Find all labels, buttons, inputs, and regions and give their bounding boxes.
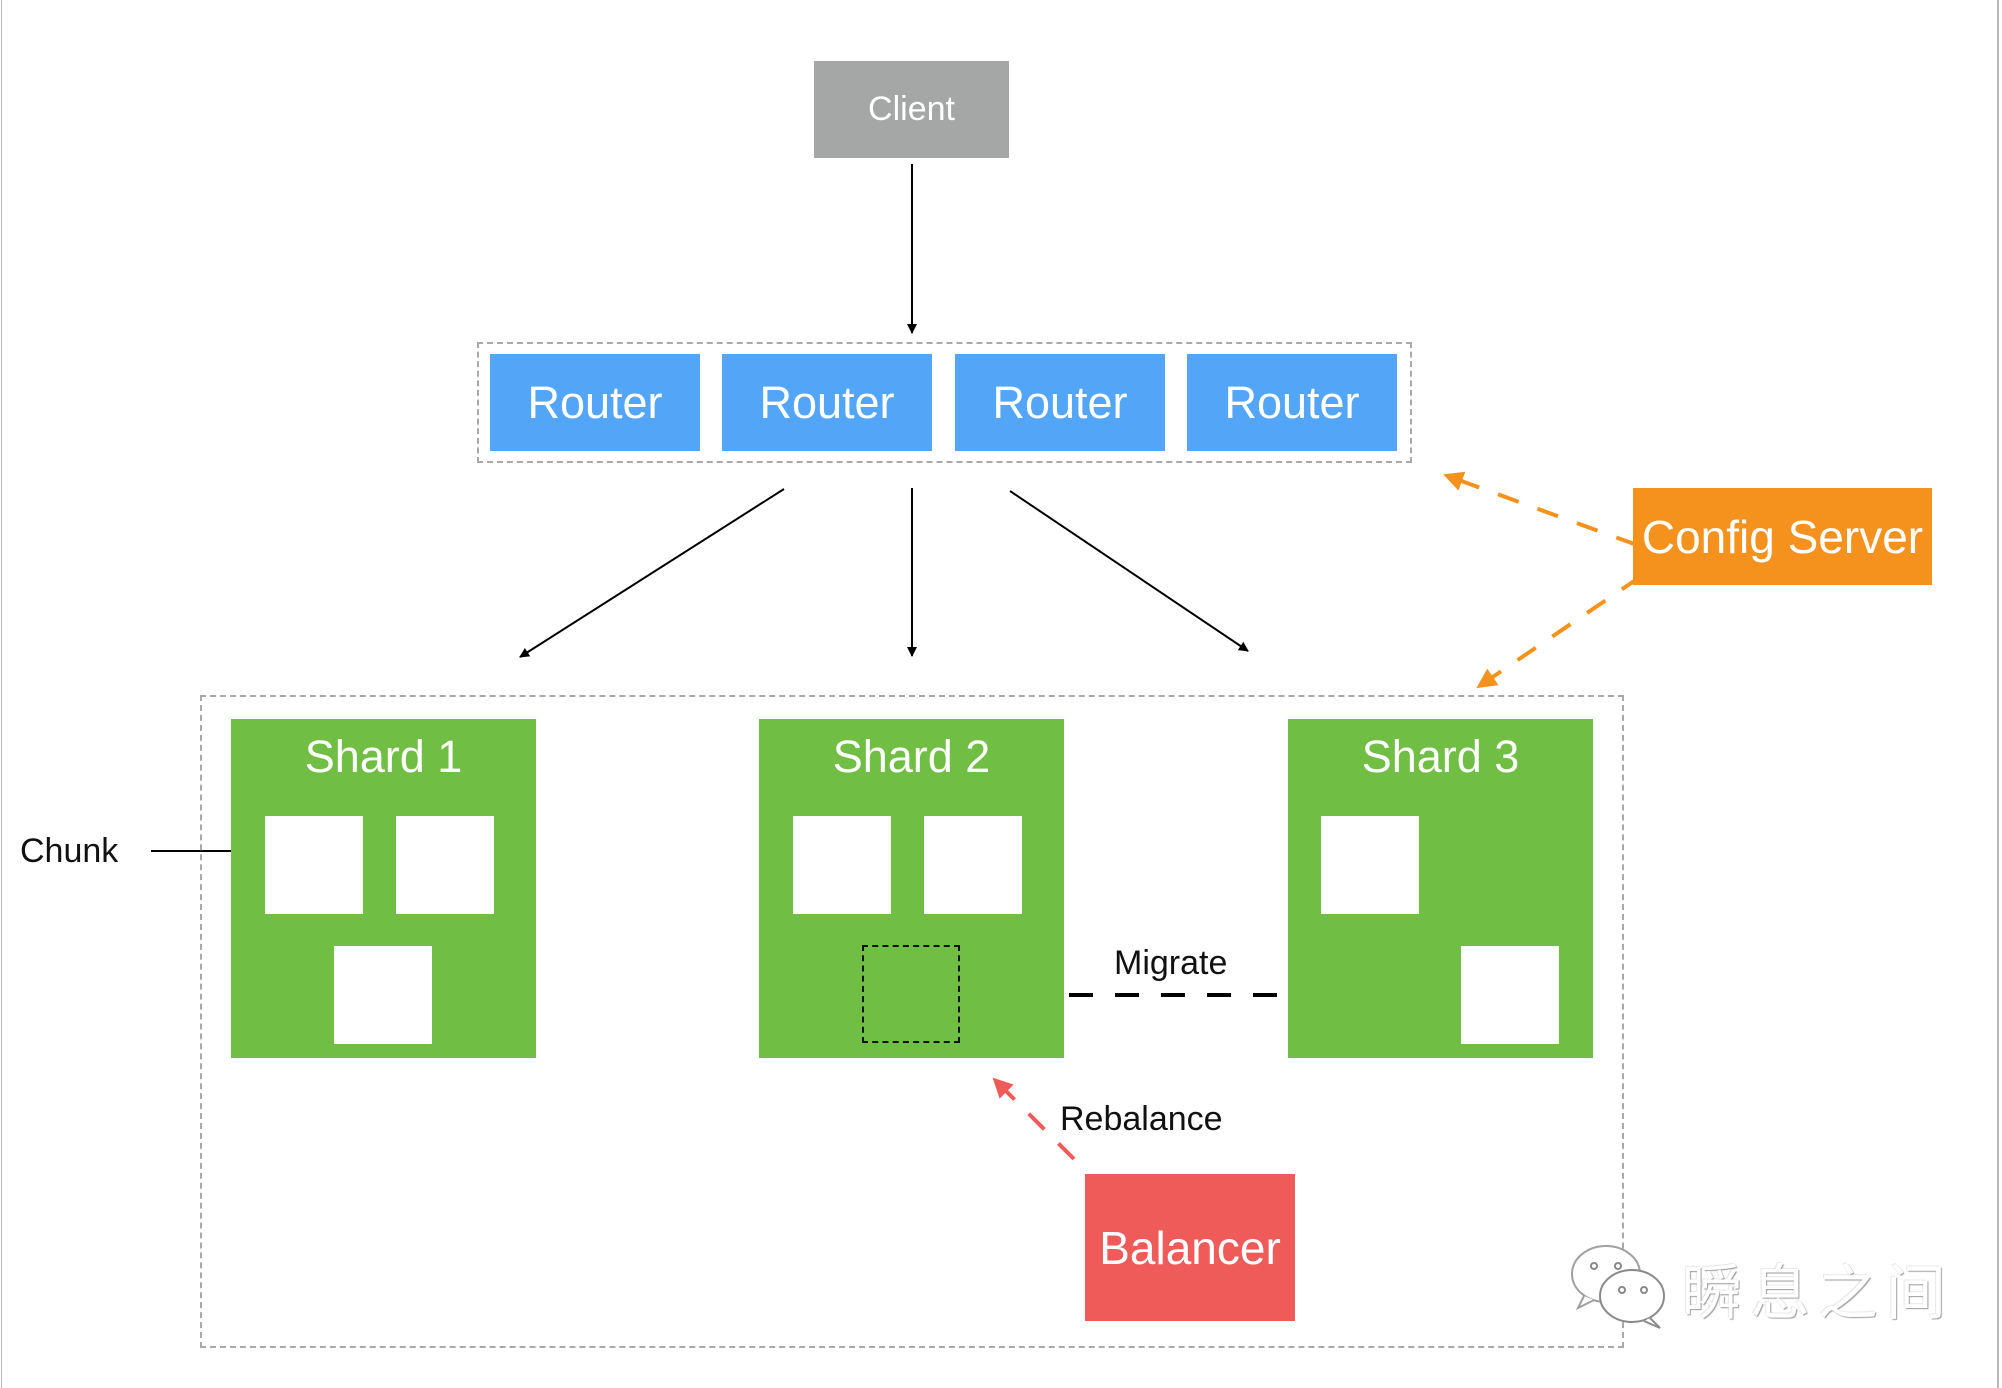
chunk xyxy=(396,816,494,914)
router-label: Router xyxy=(759,376,895,428)
chunk-annotation: Chunk xyxy=(20,832,119,870)
edge-config-to-shards xyxy=(1476,575,1642,689)
router-node: Router xyxy=(490,354,700,451)
shard-node: Shard 3 xyxy=(1288,719,1593,1058)
shard-node: Shard 1 xyxy=(231,719,536,1058)
migrate-annotation: Migrate xyxy=(1114,944,1228,982)
edge-config-to-routers xyxy=(1443,471,1638,547)
shard-label: Shard 3 xyxy=(1361,731,1520,782)
chunk xyxy=(265,816,363,914)
shard-node: Shard 2 xyxy=(759,719,1064,1058)
wechat-icon xyxy=(1566,1240,1670,1337)
edge-routers-to-shard3 xyxy=(1009,490,1249,652)
shard-label: Shard 2 xyxy=(832,731,991,782)
client-node: Client xyxy=(814,61,1009,158)
router-node: Router xyxy=(955,354,1165,451)
router-label: Router xyxy=(1224,376,1360,428)
balancer-node: Balancer xyxy=(1085,1174,1295,1321)
migrating-chunk-placeholder xyxy=(862,945,960,1043)
edge-routers-to-shard1 xyxy=(519,488,785,658)
config-server-node: Config Server xyxy=(1633,488,1932,585)
router-node: Router xyxy=(1187,354,1397,451)
migrated-chunk xyxy=(1461,946,1559,1044)
chunk xyxy=(1321,816,1419,914)
chunk xyxy=(924,816,1022,914)
config-server-label: Config Server xyxy=(1641,510,1924,563)
shard-label: Shard 1 xyxy=(304,731,463,782)
router-node: Router xyxy=(722,354,932,451)
watermark-text: 瞬息之间 xyxy=(1682,1259,1954,1329)
router-label: Router xyxy=(992,376,1128,428)
client-label: Client xyxy=(868,90,955,128)
balancer-label: Balancer xyxy=(1099,1221,1281,1274)
chunk xyxy=(793,816,891,914)
router-label: Router xyxy=(527,376,663,428)
chunk xyxy=(334,946,432,1044)
rebalance-annotation: Rebalance xyxy=(1060,1100,1223,1138)
watermark: 瞬息之间 xyxy=(1566,1240,1954,1337)
